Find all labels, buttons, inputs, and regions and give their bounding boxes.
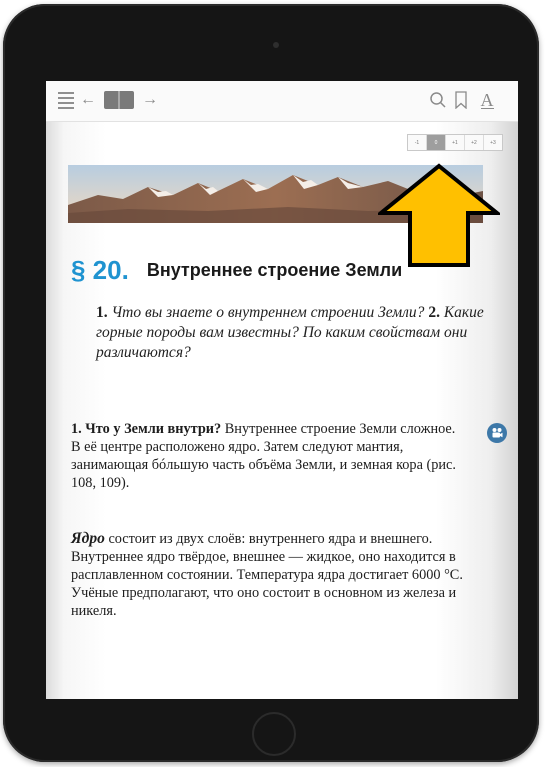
zoom-level-plus3[interactable]: +3 [484,135,502,150]
reader-toolbar: ← → A [46,81,518,122]
video-camera-icon[interactable] [487,423,507,443]
tablet-frame: ← → A -1 0 +1 +2 +3 § 20. Внутреннее стр… [3,4,539,762]
question-2-number: 2. [428,304,440,321]
book-icon[interactable] [102,89,136,111]
home-button[interactable] [252,712,296,756]
section-title: Внутреннее строение Земли [146,259,403,280]
paragraph-2-text: состоит из двух слоёв: внутреннего ядра … [71,531,463,619]
font-size-icon[interactable]: A [474,89,500,111]
review-questions: 1. Что вы знаете о внутреннем строении З… [96,303,496,363]
bookmark-icon[interactable] [452,89,470,111]
up-arrow-annotation-icon [378,163,500,267]
zoom-level-0[interactable]: 0 [427,135,446,150]
zoom-level-plus1[interactable]: +1 [446,135,465,150]
zoom-level-plus2[interactable]: +2 [465,135,484,150]
camera-icon [273,42,279,48]
paragraph-core: Ядро состоит из двух слоёв: внутреннего … [71,530,491,620]
question-1-number: 1. [96,304,108,321]
core-term: Ядро [71,530,105,547]
paragraph-1-heading: 1. Что у Земли внутри? [71,421,222,437]
section-number: § 20. [71,254,129,285]
paragraph-earth-inside: 1. Что у Земли внутри? Внутреннее строен… [71,420,466,492]
question-1-text: Что вы знаете о внутреннем строении Земл… [111,304,425,321]
zoom-level-minus1[interactable]: -1 [408,135,427,150]
forward-arrow-icon[interactable]: → [142,89,158,111]
search-icon[interactable] [428,89,448,111]
font-size-glyph: A [480,89,494,110]
back-arrow-icon[interactable]: ← [80,89,96,111]
menu-icon[interactable] [56,89,76,111]
zoom-level-selector: -1 0 +1 +2 +3 [407,134,503,151]
